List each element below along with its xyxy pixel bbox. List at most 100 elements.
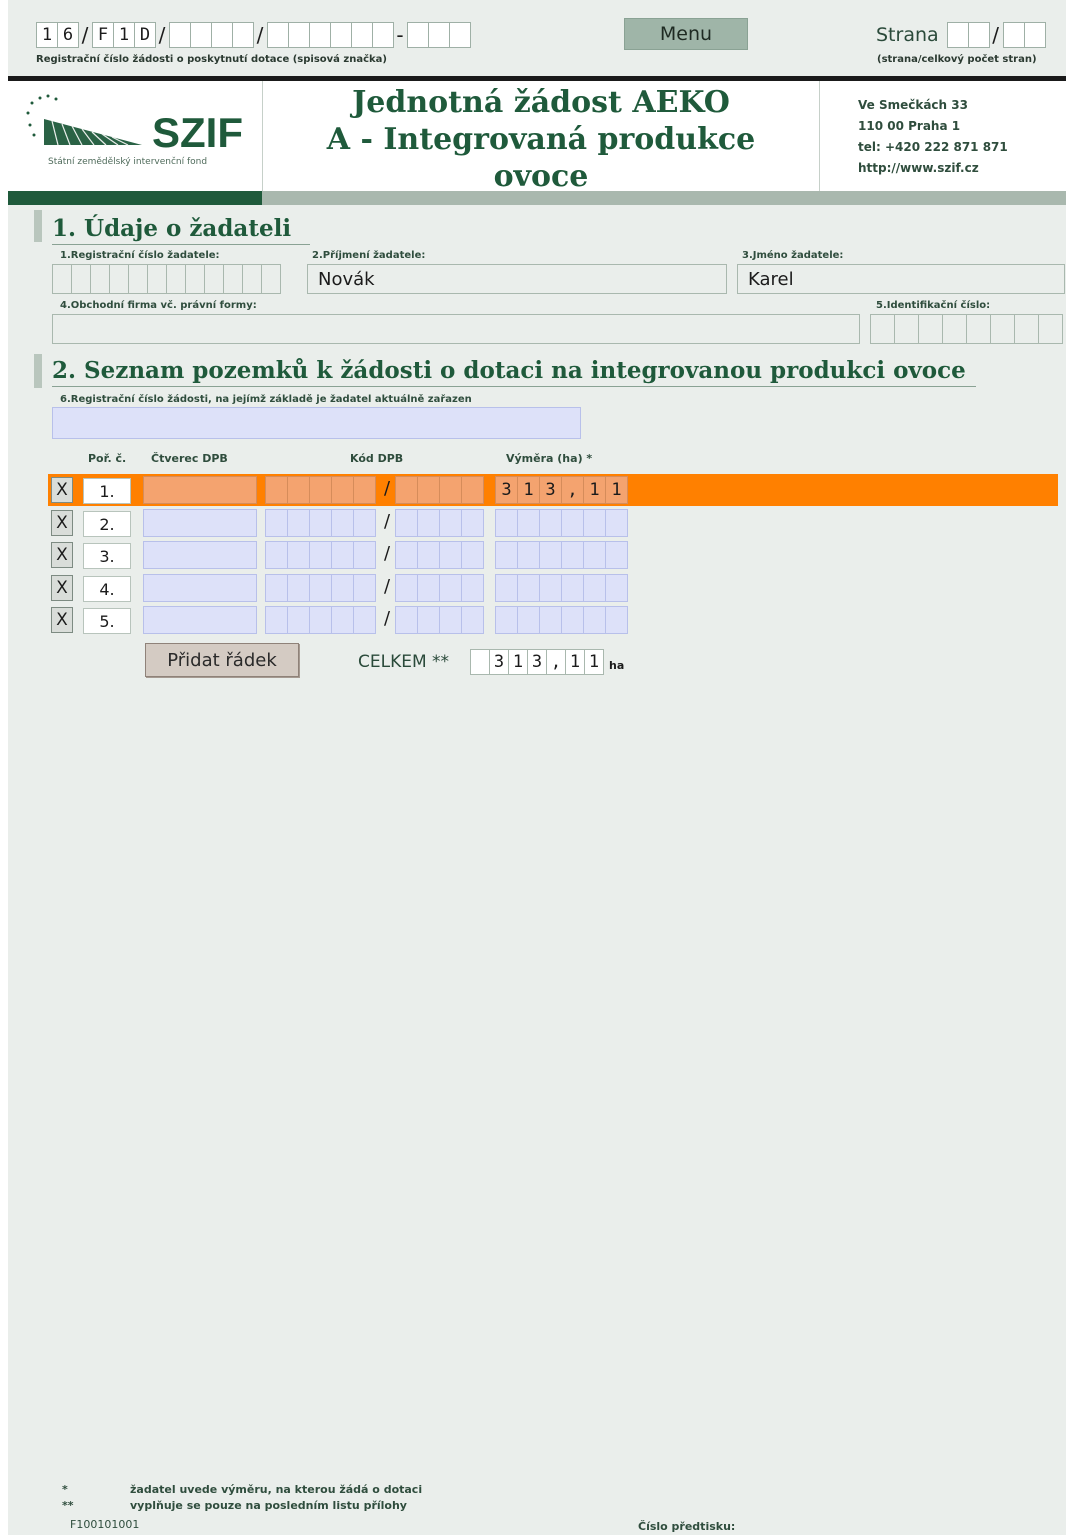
delete-row-button[interactable]: X bbox=[51, 575, 73, 601]
kod-dpb-cell[interactable] bbox=[439, 476, 462, 504]
reg-cell[interactable] bbox=[232, 22, 254, 48]
kod-dpb-cell[interactable] bbox=[395, 606, 418, 634]
kod-dpb-cell[interactable] bbox=[439, 541, 462, 569]
kod-dpb-cell[interactable] bbox=[353, 541, 376, 569]
delete-row-button[interactable]: X bbox=[51, 477, 73, 503]
vymera-cell[interactable] bbox=[583, 606, 606, 634]
kod-dpb-cell[interactable] bbox=[461, 541, 484, 569]
digit-cell[interactable] bbox=[966, 314, 991, 344]
vymera-cell[interactable]: , bbox=[561, 476, 584, 504]
kod-dpb-cell[interactable] bbox=[395, 476, 418, 504]
kod-dpb-cell[interactable] bbox=[439, 509, 462, 537]
digit-cell[interactable] bbox=[185, 264, 205, 294]
vymera-cell[interactable]: 1 bbox=[583, 476, 606, 504]
total-pages-cell[interactable] bbox=[1023, 22, 1046, 48]
page-cell[interactable] bbox=[946, 22, 969, 48]
kod-dpb-cell[interactable] bbox=[417, 476, 440, 504]
kod-dpb-cell[interactable] bbox=[265, 509, 288, 537]
registration-number-field[interactable]: 1 6 / F 1 D / / - bbox=[36, 22, 471, 48]
vymera-cell[interactable] bbox=[495, 541, 518, 569]
delete-row-button[interactable]: X bbox=[51, 542, 73, 568]
reg-cell[interactable]: 1 bbox=[36, 22, 58, 48]
vymera-cell[interactable] bbox=[517, 541, 540, 569]
kod-dpb-cell[interactable] bbox=[417, 574, 440, 602]
digit-cell[interactable] bbox=[71, 264, 91, 294]
kod-dpb-cell[interactable] bbox=[265, 606, 288, 634]
digit-cell[interactable] bbox=[894, 314, 919, 344]
reg-cell[interactable] bbox=[372, 22, 394, 48]
kod-dpb-cell[interactable] bbox=[353, 606, 376, 634]
kod-dpb-cell[interactable] bbox=[353, 509, 376, 537]
table-row[interactable]: X 4. / bbox=[48, 572, 1058, 604]
vymera-cell[interactable] bbox=[539, 606, 562, 634]
kod-dpb-cell[interactable] bbox=[287, 574, 310, 602]
kod-dpb-cell[interactable] bbox=[287, 541, 310, 569]
vymera-cell[interactable] bbox=[561, 541, 584, 569]
digit-cell[interactable] bbox=[223, 264, 243, 294]
kod-dpb-cell[interactable] bbox=[395, 574, 418, 602]
kod-dpb-cell[interactable] bbox=[417, 606, 440, 634]
name-field[interactable]: Karel bbox=[737, 264, 1065, 294]
kod-dpb-cell[interactable] bbox=[439, 574, 462, 602]
reg-cell[interactable] bbox=[428, 22, 450, 48]
table-row[interactable]: X 2. / bbox=[48, 507, 1058, 539]
total-pages-cell[interactable] bbox=[1002, 22, 1025, 48]
vymera-cell[interactable]: 3 bbox=[539, 476, 562, 504]
surname-field[interactable]: Novák bbox=[307, 264, 727, 294]
kod-dpb-cell[interactable] bbox=[331, 541, 354, 569]
digit-cell[interactable] bbox=[52, 264, 72, 294]
vymera-cell[interactable] bbox=[583, 509, 606, 537]
vymera-cell[interactable] bbox=[539, 574, 562, 602]
vymera-cell[interactable] bbox=[517, 509, 540, 537]
delete-row-button[interactable]: X bbox=[51, 607, 73, 633]
kod-dpb-cell[interactable] bbox=[461, 476, 484, 504]
kod-dpb-cell[interactable] bbox=[265, 476, 288, 504]
reg-cell[interactable] bbox=[211, 22, 233, 48]
ctverec-dpb-field[interactable] bbox=[143, 476, 257, 504]
reg-cell[interactable] bbox=[351, 22, 373, 48]
kod-dpb-cell[interactable] bbox=[439, 606, 462, 634]
kod-dpb-cell[interactable] bbox=[395, 509, 418, 537]
kod-dpb-cell[interactable] bbox=[417, 541, 440, 569]
address-web[interactable]: http://www.szif.cz bbox=[858, 158, 1008, 179]
digit-cell[interactable] bbox=[942, 314, 967, 344]
digit-cell[interactable] bbox=[147, 264, 167, 294]
kod-dpb-cell[interactable] bbox=[287, 476, 310, 504]
vymera-cell[interactable] bbox=[605, 509, 628, 537]
table-row[interactable]: X 1./3 1 3, 1 1 bbox=[48, 474, 1058, 506]
reg-cell[interactable]: 1 bbox=[113, 22, 135, 48]
reg-cell[interactable] bbox=[309, 22, 331, 48]
table-row[interactable]: X 3. / bbox=[48, 539, 1058, 571]
kod-dpb-cell[interactable] bbox=[395, 541, 418, 569]
reg-cell[interactable]: F bbox=[92, 22, 114, 48]
digit-cell[interactable] bbox=[261, 264, 281, 294]
kod-dpb-cell[interactable] bbox=[331, 509, 354, 537]
digit-cell[interactable] bbox=[109, 264, 129, 294]
reg-cell[interactable]: D bbox=[134, 22, 156, 48]
digit-cell[interactable] bbox=[128, 264, 148, 294]
digit-cell[interactable] bbox=[1038, 314, 1063, 344]
vymera-cell[interactable] bbox=[561, 574, 584, 602]
kod-dpb-cell[interactable] bbox=[265, 574, 288, 602]
vymera-cell[interactable] bbox=[583, 541, 606, 569]
vymera-cell[interactable] bbox=[517, 574, 540, 602]
kod-dpb-cell[interactable] bbox=[461, 509, 484, 537]
ic-field[interactable] bbox=[870, 314, 1063, 344]
kod-dpb-cell[interactable] bbox=[265, 541, 288, 569]
vymera-cell[interactable] bbox=[495, 574, 518, 602]
reg-cell[interactable] bbox=[330, 22, 352, 48]
kod-dpb-cell[interactable] bbox=[461, 606, 484, 634]
kod-dpb-cell[interactable] bbox=[287, 509, 310, 537]
digit-cell[interactable] bbox=[1014, 314, 1039, 344]
kod-dpb-cell[interactable] bbox=[309, 476, 332, 504]
reg-cell[interactable] bbox=[169, 22, 191, 48]
delete-row-button[interactable]: X bbox=[51, 510, 73, 536]
reg-cell[interactable]: 6 bbox=[57, 22, 79, 48]
kod-dpb-cell[interactable] bbox=[309, 606, 332, 634]
kod-dpb-cell[interactable] bbox=[309, 574, 332, 602]
ctverec-dpb-field[interactable] bbox=[143, 574, 257, 602]
digit-cell[interactable] bbox=[90, 264, 110, 294]
reg-cell[interactable] bbox=[190, 22, 212, 48]
kod-dpb-cell[interactable] bbox=[461, 574, 484, 602]
vymera-cell[interactable] bbox=[495, 509, 518, 537]
